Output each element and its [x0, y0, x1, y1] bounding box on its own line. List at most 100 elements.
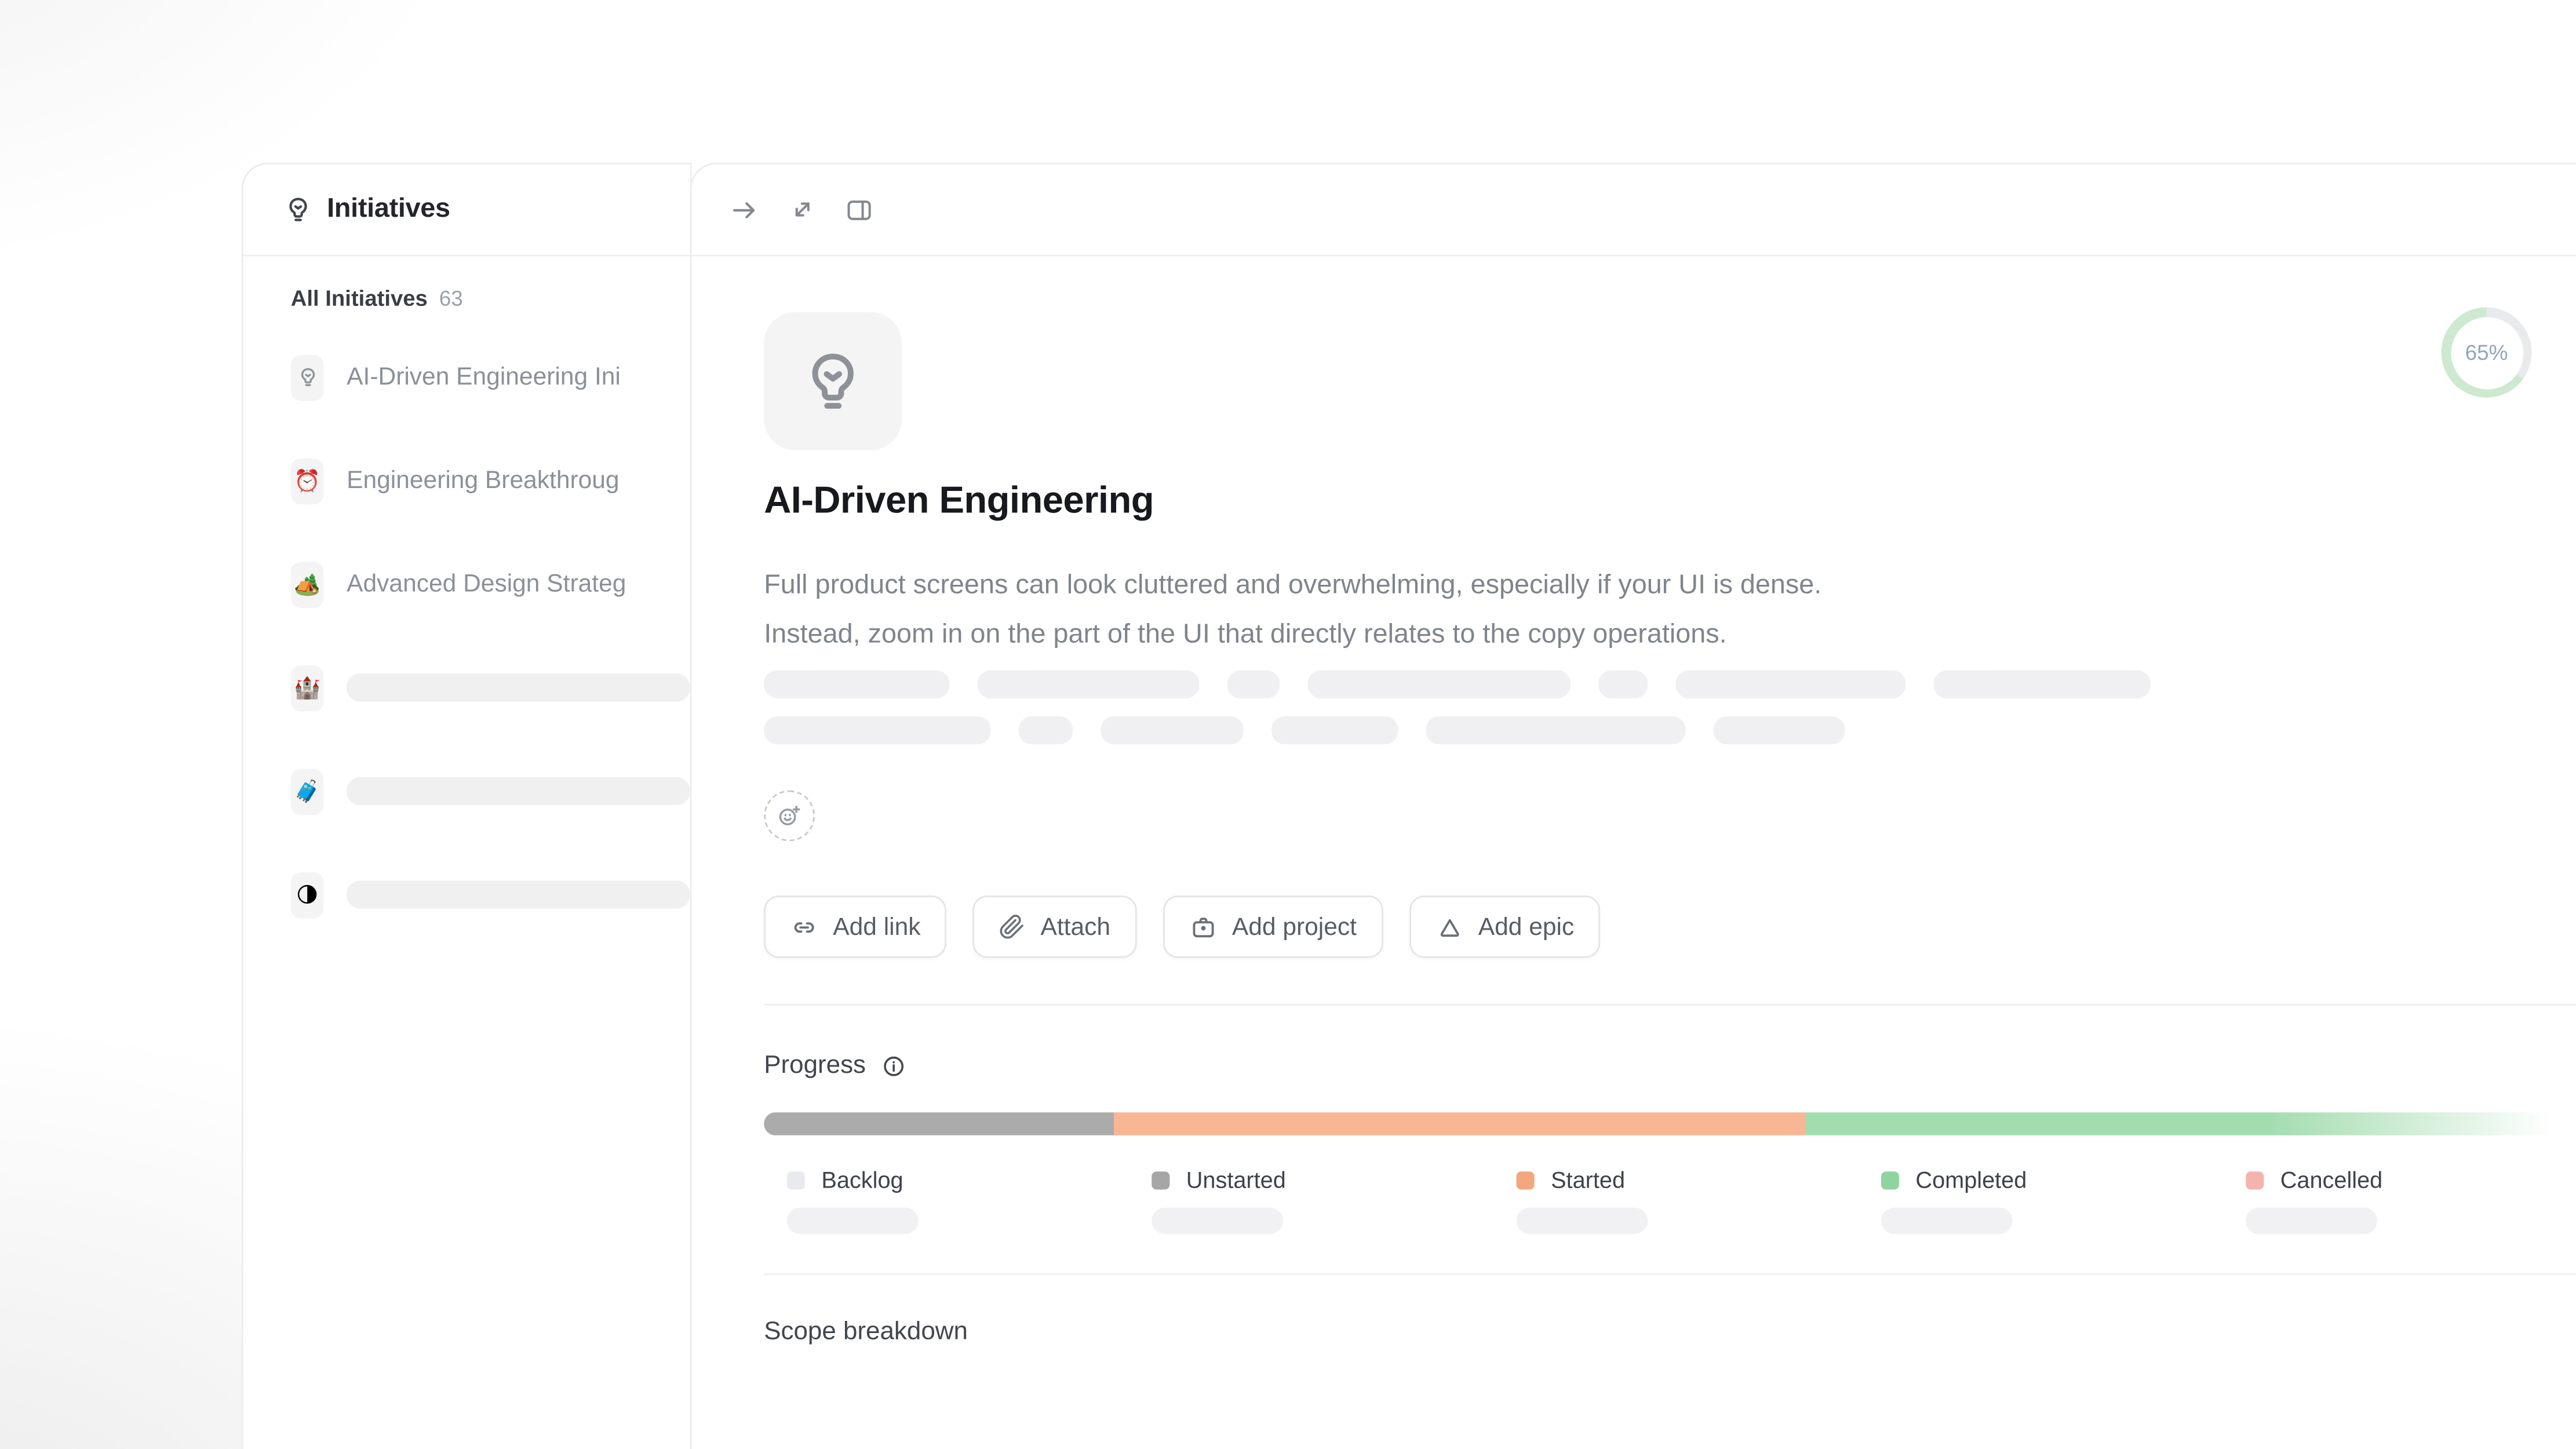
add-reaction-button[interactable] [764, 791, 815, 842]
legend-label: Cancelled [2280, 1167, 2383, 1193]
expand-icon [788, 195, 815, 223]
arrow-right-icon [730, 195, 759, 224]
lightbulb-icon [800, 348, 866, 414]
info-icon[interactable] [881, 1053, 907, 1079]
progress-legend: Backlog Unstarted Started [764, 1167, 2576, 1234]
started-swatch [1517, 1171, 1535, 1189]
luggage-emoji-icon: 🧳 [291, 768, 324, 814]
add-link-label: Add link [833, 913, 920, 941]
list-item[interactable]: 🧳 [243, 740, 690, 843]
castle-emoji-icon: 🏰 [291, 665, 324, 711]
initiative-description[interactable]: Full product screens can look cluttered … [764, 560, 2576, 659]
add-emoji-icon [775, 802, 803, 829]
skeleton-pill [1517, 1208, 1648, 1234]
section-divider [764, 1004, 2576, 1006]
legend-label: Backlog [821, 1167, 903, 1193]
list-item[interactable]: 🏕️ Advanced Design Strateg [243, 532, 690, 636]
expand-button[interactable] [781, 188, 824, 231]
list-item[interactable]: 🌗 [243, 843, 690, 946]
initiative-detail-panel: 65% AI-Driven Engineering Full product s… [690, 163, 2576, 1449]
alarm-clock-emoji-icon: ⏰ [291, 457, 324, 503]
list-item-label: Advanced Design Strateg [347, 570, 690, 598]
list-item[interactable]: AI-Driven Engineering Ini [243, 325, 690, 429]
skeleton-bar [347, 777, 690, 805]
all-initiatives-label: All Initiatives [291, 285, 428, 310]
app-window: Initiatives All Initiatives 63 AI-Driven… [0, 0, 2576, 1449]
completion-ring: 65% [2442, 307, 2532, 398]
skeleton-pill [1227, 671, 1280, 698]
bar-segment-completed [1806, 1112, 2576, 1135]
skeleton-pill [1019, 716, 1073, 744]
skeleton-pill [1101, 716, 1244, 744]
skeleton-pill [1934, 671, 2151, 698]
all-initiatives-row[interactable]: All Initiatives 63 [243, 270, 690, 325]
legend-label: Started [1551, 1167, 1625, 1193]
attach-label: Attach [1041, 913, 1111, 941]
triangle-icon [1435, 913, 1463, 941]
add-epic-label: Add epic [1478, 913, 1574, 941]
legend-item-backlog: Backlog [787, 1167, 1152, 1234]
lightbulb-icon [291, 354, 324, 400]
action-buttons-row: Add link Attach Add project [764, 895, 2576, 958]
briefcase-icon [1189, 913, 1217, 941]
skeleton-pill [978, 671, 1200, 698]
skeleton-text-row [764, 716, 2576, 744]
progress-header: Progress [764, 1051, 2576, 1081]
paperclip-icon [1000, 913, 1026, 940]
scope-breakdown-title: Scope breakdown [764, 1318, 2576, 1348]
skeleton-pill [1426, 716, 1686, 744]
skeleton-pill [1152, 1208, 1283, 1234]
legend-item-completed: Completed [1881, 1167, 2246, 1234]
initiatives-count: 63 [439, 285, 463, 310]
section-divider [764, 1273, 2576, 1275]
description-line: Full product screens can look cluttered … [764, 560, 2576, 610]
page-title[interactable]: AI-Driven Engineering [764, 478, 2576, 523]
initiatives-list: All Initiatives 63 AI-Driven Engineering… [243, 256, 690, 946]
lightbulb-icon [284, 195, 312, 223]
attach-button[interactable]: Attach [973, 895, 1136, 958]
list-item-label: AI-Driven Engineering Ini [347, 363, 690, 391]
legend-item-started: Started [1517, 1167, 1881, 1234]
side-panel-button[interactable] [838, 188, 881, 231]
progress-bar [764, 1112, 2576, 1135]
sidebar-header: Initiatives [243, 164, 690, 256]
list-item[interactable]: ⏰ Engineering Breakthroug [243, 429, 690, 533]
unstarted-swatch [1152, 1171, 1169, 1189]
skeleton-bar [347, 673, 690, 701]
skeleton-pill [764, 716, 990, 744]
legend-item-unstarted: Unstarted [1152, 1167, 1516, 1234]
skeleton-pill [2246, 1208, 2377, 1234]
cancelled-swatch [2246, 1171, 2264, 1189]
add-project-button[interactable]: Add project [1163, 895, 1383, 958]
completion-percent: 65% [2465, 340, 2508, 365]
link-icon [790, 913, 818, 941]
skeleton-pill [1714, 716, 1845, 744]
initiative-icon-card[interactable] [764, 312, 902, 450]
open-arrow-button[interactable] [723, 188, 766, 231]
skeleton-pill [764, 671, 949, 698]
description-line: Instead, zoom in on the part of the UI t… [764, 610, 2576, 659]
completed-swatch [1881, 1171, 1899, 1189]
list-item[interactable]: 🏰 [243, 636, 690, 740]
backlog-swatch [787, 1171, 805, 1189]
skeleton-bar [347, 880, 690, 908]
skeleton-pill [1308, 671, 1571, 698]
legend-label: Unstarted [1186, 1167, 1286, 1193]
detail-content: AI-Driven Engineering Full product scree… [691, 312, 2576, 1348]
skeleton-text-row [764, 671, 2576, 698]
skeleton-pill [1598, 671, 1648, 698]
add-epic-button[interactable]: Add epic [1409, 895, 1601, 958]
progress-title: Progress [764, 1051, 866, 1081]
list-item-label: Engineering Breakthroug [347, 467, 690, 494]
add-link-button[interactable]: Add link [764, 895, 947, 958]
legend-item-cancelled: Cancelled [2246, 1167, 2576, 1234]
side-panel-icon [844, 195, 874, 224]
sidebar-title: Initiatives [327, 194, 450, 225]
bar-segment-started [1114, 1112, 1806, 1135]
moon-emoji-icon: 🌗 [291, 872, 324, 918]
bar-segment-unstarted [764, 1112, 1113, 1135]
add-project-label: Add project [1232, 913, 1357, 941]
initiatives-sidebar: Initiatives All Initiatives 63 AI-Driven… [242, 163, 692, 1449]
camping-emoji-icon: 🏕️ [291, 561, 324, 607]
skeleton-pill [1271, 716, 1398, 744]
